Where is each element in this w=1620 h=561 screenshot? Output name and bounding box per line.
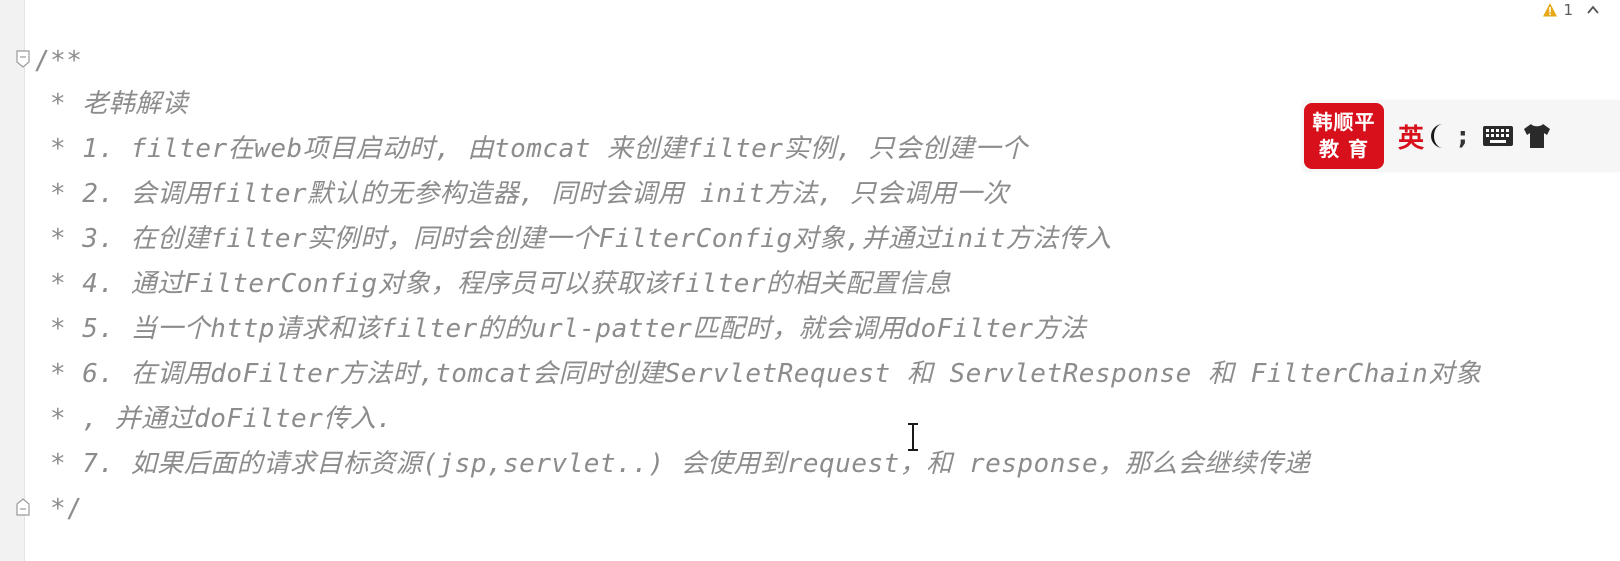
code-content[interactable]: /** * 老韩解读 * 1. filter在web项目启动时, 由tomcat…	[0, 0, 1620, 561]
comment-line-3: * 3. 在创建filter实例时，同时会创建一个FilterConfig对象,…	[50, 224, 1112, 254]
ime-language-toggle[interactable]: 英	[1398, 118, 1424, 155]
ime-punctuation-toggle[interactable]: ;	[1458, 122, 1468, 150]
comment-line-6-cont: * , 并通过doFilter传入.	[50, 404, 393, 434]
comment-line-5: * 5. 当一个http请求和该filter的的url-patter匹配时，就会…	[50, 314, 1087, 344]
comment-line-4: * 4. 通过FilterConfig对象，程序员可以获取该filter的相关配…	[50, 269, 952, 299]
comment-close: */	[50, 494, 83, 524]
ime-logo[interactable]: 韩顺平 教 育	[1304, 103, 1384, 169]
comment-line-7: * 7. 如果后面的请求目标资源(jsp,servlet..) 会使用到requ…	[50, 449, 1311, 479]
skin-icon[interactable]	[1522, 123, 1552, 149]
warning-icon	[1543, 3, 1558, 17]
moon-icon[interactable]	[1430, 122, 1456, 150]
ime-toolbar[interactable]: 韩顺平 教 育 英 ;	[1302, 100, 1620, 172]
keyboard-icon[interactable]	[1482, 125, 1514, 147]
ime-logo-line2: 教 育	[1319, 137, 1369, 161]
ime-logo-line1: 韩顺平	[1312, 110, 1376, 134]
comment-open: /**	[34, 46, 83, 76]
comment-line-title: * 老韩解读	[50, 89, 189, 119]
text-cursor-icon	[908, 423, 918, 451]
comment-line-1: * 1. filter在web项目启动时, 由tomcat 来创建filter实…	[50, 134, 1028, 164]
code-editor[interactable]: /** * 老韩解读 * 1. filter在web项目启动时, 由tomcat…	[0, 0, 1620, 561]
warning-count: 1	[1563, 1, 1573, 19]
inspection-widget[interactable]: 1	[1542, 0, 1600, 20]
comment-line-2: * 2. 会调用filter默认的无参构造器, 同时会调用 init方法, 只会…	[50, 179, 1010, 209]
comment-line-6: * 6. 在调用doFilter方法时,tomcat会同时创建ServletRe…	[50, 359, 1482, 389]
chevron-up-icon[interactable]	[1586, 3, 1600, 17]
